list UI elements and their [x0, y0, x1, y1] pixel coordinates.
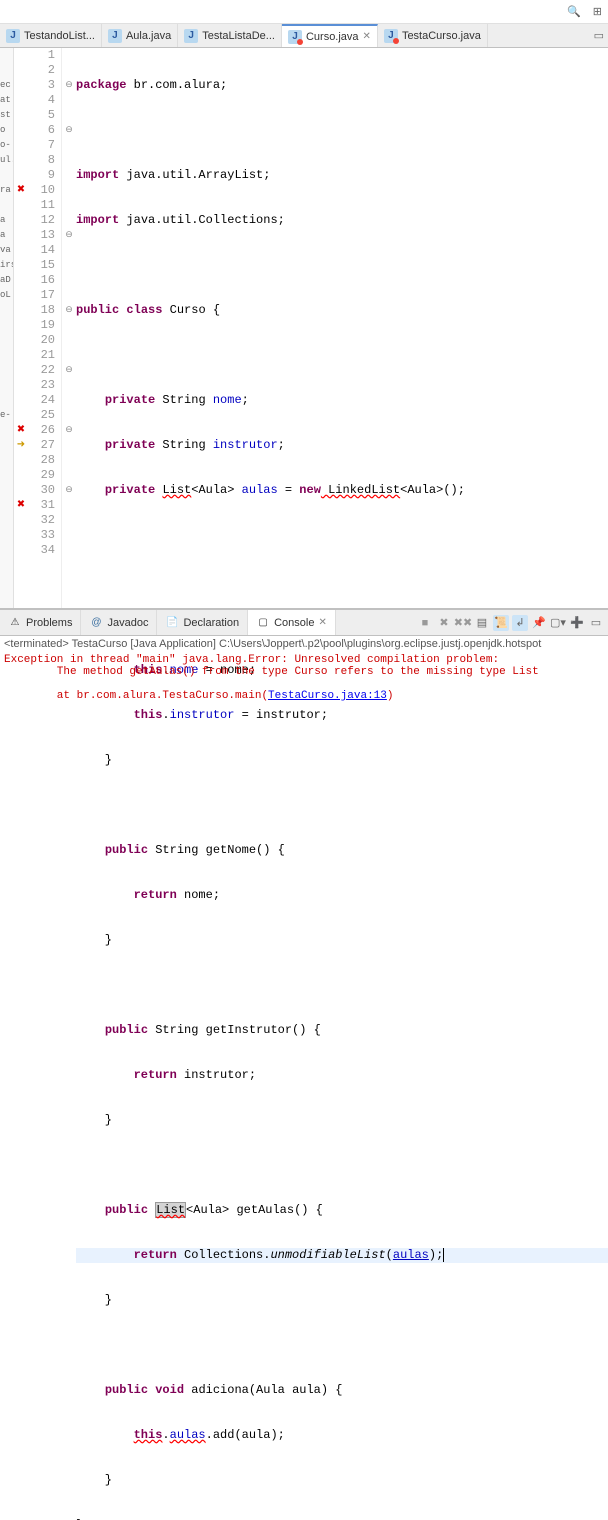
- java-file-error-icon: J: [384, 29, 398, 43]
- console-output[interactable]: Exception in thread "main" java.lang.Err…: [0, 652, 608, 758]
- tab-controls: ▭: [590, 29, 608, 42]
- tab-aula[interactable]: J Aula.java: [102, 24, 178, 47]
- minimize-icon[interactable]: ▭: [588, 615, 604, 631]
- scroll-lock-icon[interactable]: 📜: [493, 615, 509, 631]
- tab-label: Curso.java: [306, 31, 359, 43]
- tab-label: TestandoList...: [24, 30, 95, 42]
- line-number-gutter: 1234567891011121314151617181920212223242…: [28, 48, 62, 608]
- code-area[interactable]: package br.com.alura; import java.util.A…: [76, 48, 608, 608]
- text-cursor: [443, 1248, 444, 1262]
- search-icon[interactable]: 🔍: [567, 5, 581, 18]
- problems-icon: ⚠: [8, 616, 22, 630]
- close-icon[interactable]: ✕: [363, 31, 371, 42]
- tab-problems[interactable]: ⚠ Problems: [0, 610, 81, 635]
- console-launch-label: <terminated> TestaCurso [Java Applicatio…: [0, 636, 608, 652]
- java-file-error-icon: J: [288, 30, 302, 44]
- package-explorer-strip[interactable]: ecatstoo-ul.raaavairscaDoLe-: [0, 48, 14, 608]
- close-icon[interactable]: ✕: [318, 617, 326, 628]
- remove-launch-icon[interactable]: ✖: [436, 615, 452, 631]
- tab-label: TestaListaDe...: [202, 30, 275, 42]
- open-console-icon[interactable]: ➕: [569, 615, 585, 631]
- marker-gutter: ✖✖➜✖: [14, 48, 28, 608]
- maximize-icon[interactable]: ▭: [594, 29, 604, 42]
- tab-javadoc[interactable]: @ Javadoc: [81, 610, 157, 635]
- tab-label: Aula.java: [126, 30, 171, 42]
- java-file-icon: J: [108, 29, 122, 43]
- terminate-icon[interactable]: ■: [417, 615, 433, 631]
- console-icon: ▢: [256, 616, 270, 630]
- clear-console-icon[interactable]: ▤: [474, 615, 490, 631]
- tab-testacurso[interactable]: J TestaCurso.java: [378, 24, 488, 47]
- word-wrap-icon[interactable]: ↲: [512, 615, 528, 631]
- java-file-icon: J: [6, 29, 20, 43]
- declaration-icon: 📄: [165, 616, 179, 630]
- pin-console-icon[interactable]: 📌: [531, 615, 547, 631]
- fold-gutter: ⊖⊖⊖⊖⊖⊖⊖: [62, 48, 76, 608]
- java-file-icon: J: [184, 29, 198, 43]
- tab-console[interactable]: ▢ Console ✕: [248, 610, 336, 635]
- code-editor: ecatstoo-ul.raaavairscaDoLe- ✖✖➜✖ 123456…: [0, 48, 608, 608]
- top-toolbar: 🔍 ⊞: [0, 0, 608, 24]
- tab-curso[interactable]: J Curso.java ✕: [282, 24, 378, 47]
- tab-testalistade[interactable]: J TestaListaDe...: [178, 24, 282, 47]
- tab-label: TestaCurso.java: [402, 30, 481, 42]
- javadoc-icon: @: [89, 616, 103, 630]
- tab-declaration[interactable]: 📄 Declaration: [157, 610, 248, 635]
- kw: package: [76, 78, 126, 92]
- bottom-panel: ⚠ Problems @ Javadoc 📄 Declaration ▢ Con…: [0, 608, 608, 758]
- panel-tabs: ⚠ Problems @ Javadoc 📄 Declaration ▢ Con…: [0, 610, 608, 636]
- console-toolbar: ■ ✖ ✖✖ ▤ 📜 ↲ 📌 ▢▾ ➕ ▭: [413, 615, 608, 631]
- remove-all-icon[interactable]: ✖✖: [455, 615, 471, 631]
- tab-testandolist[interactable]: J TestandoList...: [0, 24, 102, 47]
- editor-tab-bar: J TestandoList... J Aula.java J TestaLis…: [0, 24, 608, 48]
- display-console-icon[interactable]: ▢▾: [550, 615, 566, 631]
- perspective-icon[interactable]: ⊞: [593, 5, 602, 18]
- stack-trace-link[interactable]: TestaCurso.java:13: [268, 690, 387, 702]
